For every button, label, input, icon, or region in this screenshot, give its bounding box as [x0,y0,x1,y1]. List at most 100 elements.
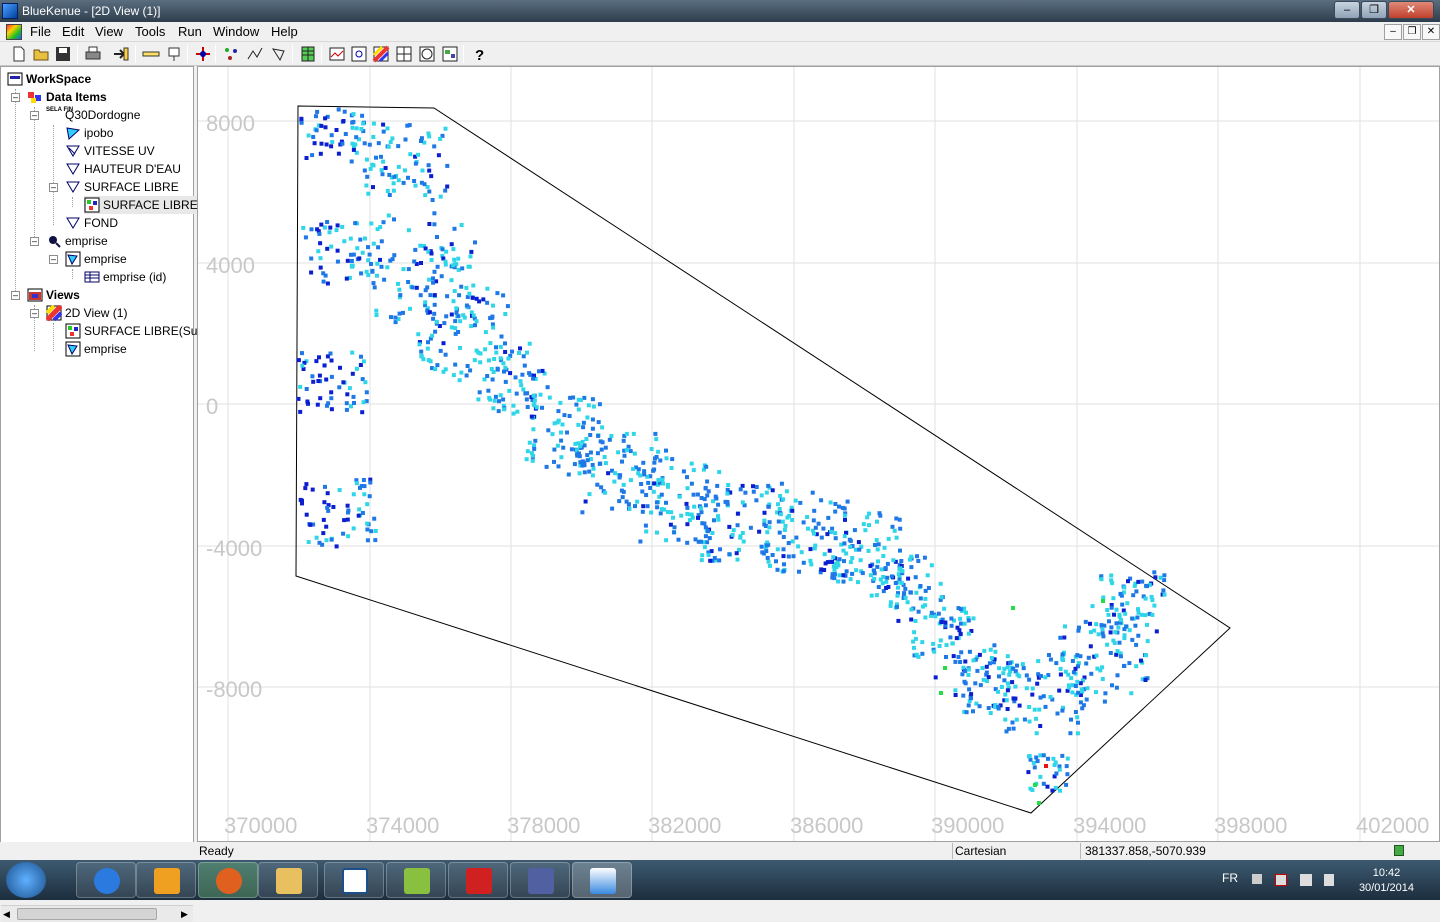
taskbar-media[interactable] [136,862,196,898]
mesh-node [766,483,771,488]
tree-views[interactable]: Views [27,286,80,304]
expand-toggle[interactable]: – [11,291,20,300]
globe-icon[interactable] [418,45,436,63]
mesh-node [923,588,928,593]
mesh-node [1120,602,1125,607]
zoom-extents-icon[interactable] [350,45,368,63]
mesh-node [984,670,989,675]
mdi-minimize-button[interactable]: – [1384,24,1402,40]
menu-window[interactable]: Window [213,24,259,39]
mesh-node [734,551,739,556]
mdi-close-button[interactable]: ✕ [1422,24,1440,40]
menu-edit[interactable]: Edit [62,24,84,39]
mesh-node [369,529,374,534]
taskbar-firefox[interactable] [198,862,258,898]
taskbar-ie[interactable] [76,862,136,898]
taskbar-paraview[interactable] [510,862,570,898]
mesh-node [1001,671,1006,676]
taskbar-document[interactable] [324,862,384,898]
document-icon[interactable] [6,24,22,40]
tree-horizontal-scrollbar[interactable]: ◀ ▶ [1,905,193,922]
import-icon[interactable] [112,45,130,63]
mesh-node [435,235,439,239]
taskbar-explorer[interactable] [258,862,318,898]
scroll-left-icon[interactable]: ◀ [3,909,10,920]
action-center-icon[interactable] [1275,874,1287,886]
open-folder-icon[interactable] [32,45,50,63]
tree-emprise-group[interactable]: emprise [46,232,108,250]
ruler-icon[interactable] [142,45,160,63]
close-button[interactable]: ✕ [1388,1,1434,19]
colour-scale-icon[interactable] [372,45,390,63]
menu-view[interactable]: View [95,24,123,39]
tree-workspace[interactable]: WorkSpace [7,70,91,88]
mesh-node [1008,660,1013,665]
mesh-node [781,535,786,539]
polygon-icon[interactable] [270,45,288,63]
tree-view-surface-libre[interactable]: SURFACE LIBRE(Sub [65,322,204,340]
mesh-node [435,264,440,269]
help-icon[interactable]: ? [470,45,488,63]
start-button[interactable] [6,862,46,898]
expand-toggle[interactable]: – [11,93,20,102]
tree-q30dordogne[interactable]: SELA FIN Q30Dordogne [46,106,140,124]
mesh-node [498,356,503,361]
tree-emprise-polygon[interactable]: emprise [65,250,127,268]
print-icon[interactable] [84,45,102,63]
taskbar-qgis[interactable] [386,862,446,898]
tree-emprise-id[interactable]: emprise (id) [84,268,166,286]
probe-icon[interactable] [166,45,184,63]
view-2d-canvas[interactable]: 8000 4000 0 -4000 -8000 370000 374000 378000 382… [197,66,1440,842]
new-file-icon[interactable] [10,45,28,63]
mesh-node [1094,622,1099,627]
profile-icon[interactable] [328,45,346,63]
crosshair-icon[interactable] [194,45,212,63]
mesh-node [473,240,477,245]
maximize-button[interactable]: ❐ [1361,1,1387,19]
tree-2d-view[interactable]: 2D View (1) [46,304,127,322]
tree-fond[interactable]: FOND [65,214,118,232]
mesh-node [939,595,944,600]
menu-run[interactable]: Run [178,24,202,39]
save-icon[interactable] [54,45,72,63]
menu-file[interactable]: File [30,24,51,39]
tree-connector [53,323,54,351]
expand-toggle[interactable]: – [49,183,58,192]
scroll-right-icon[interactable]: ▶ [181,909,188,920]
mesh-plot[interactable]: 8000 4000 0 -4000 -8000 370000 374000 378000 382… [198,67,1440,842]
tree-hauteur-eau[interactable]: HAUTEUR D'EAU [65,160,181,178]
expand-toggle[interactable]: – [30,237,39,246]
mesh-node [362,141,367,146]
mdi-restore-button[interactable]: ❐ [1403,24,1421,40]
mesh-node [833,536,838,541]
mesh-icon[interactable] [222,45,240,63]
taskbar-pdf[interactable] [448,862,508,898]
mesh-node [959,650,964,655]
scroll-thumb[interactable] [17,908,157,920]
network-icon[interactable] [1300,874,1312,886]
tree-surface-libre[interactable]: SURFACE LIBRE [65,178,179,196]
tree-data-items[interactable]: Data Items [27,88,107,106]
tree-view-emprise[interactable]: emprise [65,340,127,358]
tree-ipobo[interactable]: ipobo [65,124,113,142]
properties-icon[interactable] [441,45,459,63]
tile-icon[interactable] [395,45,413,63]
menu-tools[interactable]: Tools [135,24,165,39]
tree-vitesse-uv[interactable]: VITESSE UV [65,142,155,160]
mesh-node [508,371,513,376]
menu-help[interactable]: Help [271,24,298,39]
language-indicator[interactable]: FR [1222,871,1238,885]
expand-toggle[interactable]: – [30,111,39,120]
expand-toggle[interactable]: – [30,309,39,318]
mesh-node [429,251,434,256]
expand-toggle[interactable]: – [49,255,58,264]
polyline-icon[interactable] [246,45,264,63]
grid-table-icon[interactable] [299,45,317,63]
volume-icon[interactable] [1324,874,1334,886]
system-clock[interactable]: 10:42 30/01/2014 [1359,866,1414,896]
tree-surface-libre-sub[interactable]: SURFACE LIBRE(S [84,196,210,214]
mesh-node [908,557,912,562]
minimize-button[interactable]: – [1334,1,1360,19]
taskbar-bluekenue[interactable] [572,862,632,898]
tray-arrow-icon[interactable] [1252,874,1262,884]
